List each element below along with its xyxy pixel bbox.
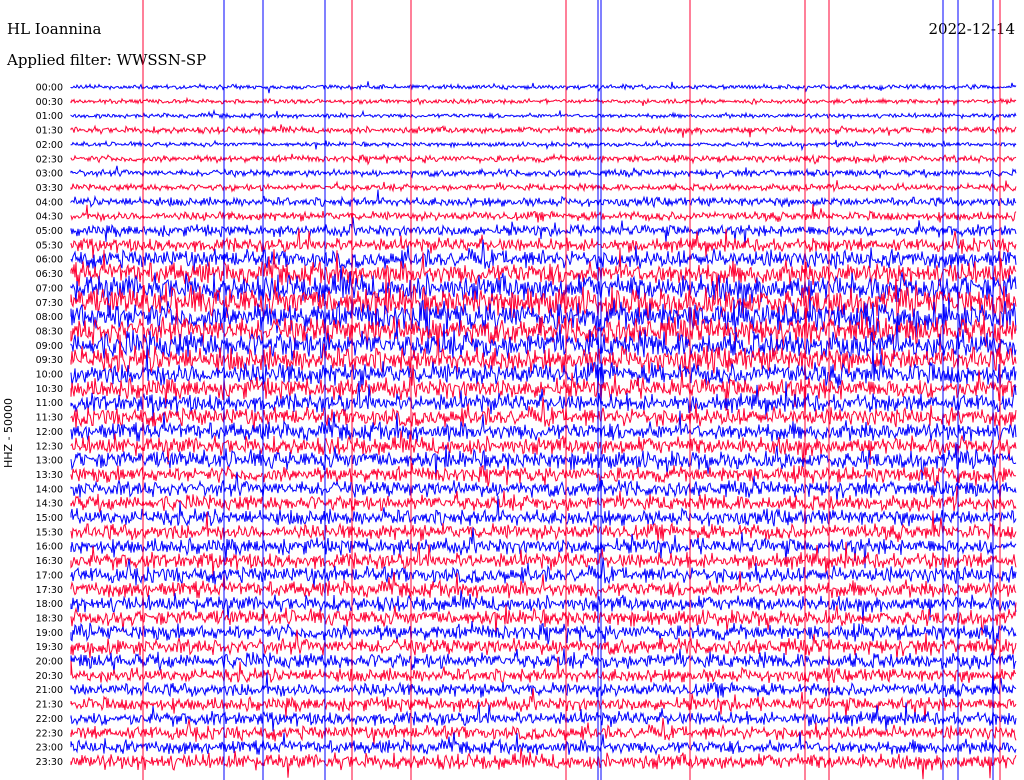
- trace-04:00: [70, 189, 1017, 209]
- trace-03:00: [70, 165, 1017, 179]
- row-label: 08:30: [36, 326, 63, 337]
- row-label: 19:00: [36, 628, 63, 639]
- helicorder-plot: 00:00 00:30 01:00 01:30 02:00 02:30 03:00 03:30…: [36, 0, 1017, 780]
- row-label: 09:00: [36, 341, 63, 352]
- trace-01:30: [70, 124, 1017, 138]
- trace-22:30: [70, 717, 1017, 745]
- trace-23:30: [70, 748, 1017, 780]
- row-label: 16:30: [36, 556, 63, 567]
- row-label: 21:30: [36, 700, 63, 711]
- row-label: 06:30: [36, 269, 63, 280]
- row-label: 05:00: [36, 226, 63, 237]
- row-label: 07:30: [36, 298, 63, 309]
- trace-02:00: [70, 139, 1017, 152]
- trace-12:00: [70, 410, 1017, 443]
- row-label: 01:00: [36, 111, 63, 122]
- trace-01:00: [70, 108, 1017, 121]
- row-label: 11:30: [36, 413, 63, 424]
- row-label: 20:30: [36, 671, 63, 682]
- row-label: 06:00: [36, 255, 63, 266]
- row-label: 15:30: [36, 527, 63, 538]
- row-label: 04:30: [36, 212, 63, 223]
- trace-11:30: [70, 397, 1017, 433]
- row-label: 18:30: [36, 613, 63, 624]
- trace-13:30: [70, 463, 1017, 487]
- trace-19:00: [70, 620, 1017, 645]
- row-label: 12:30: [36, 441, 63, 452]
- row-label: 18:00: [36, 599, 63, 610]
- row-label: 23:30: [36, 757, 63, 768]
- row-label: 17:30: [36, 585, 63, 596]
- row-label: 02:30: [36, 154, 63, 165]
- row-label: 14:00: [36, 484, 63, 495]
- row-label: 13:00: [36, 456, 63, 467]
- row-label: 23:00: [36, 743, 63, 754]
- row-label: 04:00: [36, 197, 63, 208]
- row-label: 00:30: [36, 97, 63, 108]
- row-label: 10:30: [36, 384, 63, 395]
- row-label: 00:00: [36, 83, 63, 94]
- row-label: 03:30: [36, 183, 63, 194]
- trace-00:30: [70, 96, 1017, 107]
- row-label: 22:30: [36, 728, 63, 739]
- row-label: 11:00: [36, 398, 63, 409]
- row-label: 21:00: [36, 685, 63, 696]
- row-label: 19:30: [36, 642, 63, 653]
- row-label: 09:30: [36, 355, 63, 366]
- row-label: 22:00: [36, 714, 63, 725]
- trace-20:30: [70, 656, 1016, 684]
- row-label: 07:00: [36, 283, 63, 294]
- row-label: 03:00: [36, 169, 63, 180]
- trace-21:00: [70, 671, 1017, 700]
- row-label: 14:30: [36, 499, 63, 510]
- trace-03:30: [70, 180, 1017, 193]
- row-label: 05:30: [36, 240, 63, 251]
- row-label: 13:30: [36, 470, 63, 481]
- row-label: 12:00: [36, 427, 63, 438]
- row-label: 01:30: [36, 126, 63, 137]
- row-label: 08:00: [36, 312, 63, 323]
- row-label: 15:00: [36, 513, 63, 524]
- trace-04:30: [70, 204, 1017, 223]
- row-label: 02:00: [36, 140, 63, 151]
- row-label: 20:00: [36, 657, 63, 668]
- row-label: 10:00: [36, 370, 63, 381]
- trace-02:30: [70, 152, 1017, 166]
- trace-00:00: [70, 81, 1017, 94]
- row-label: 17:00: [36, 570, 63, 581]
- row-label: 16:00: [36, 542, 63, 553]
